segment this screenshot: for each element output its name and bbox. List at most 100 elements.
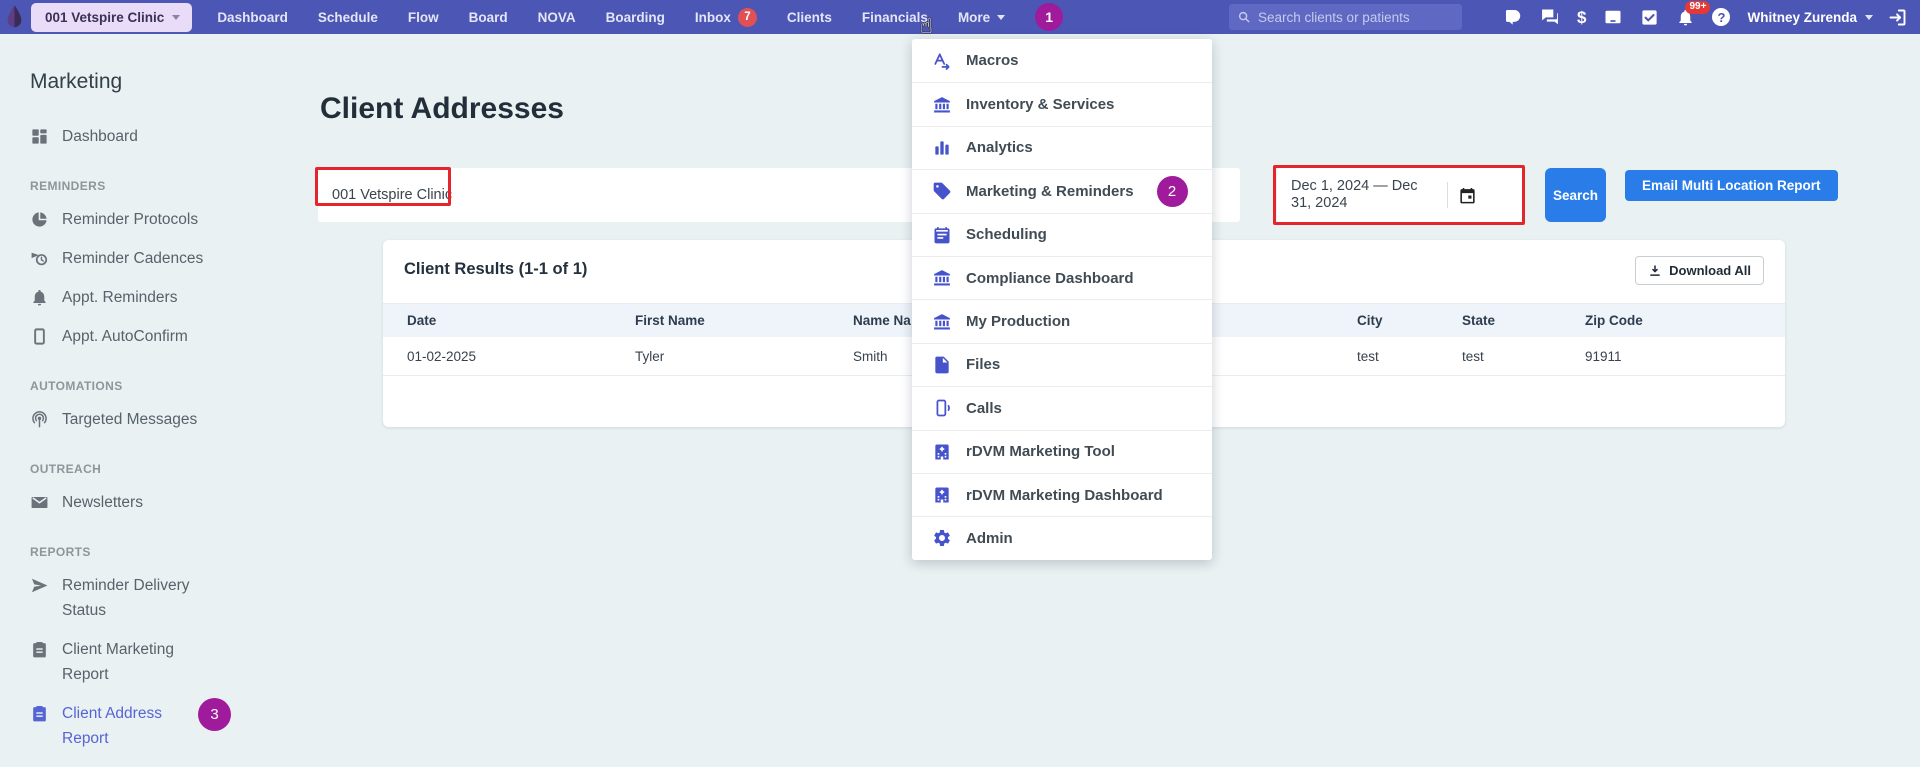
billing-dollar-icon[interactable]: $: [1577, 9, 1586, 26]
more-dropdown-menu: Macros Inventory & Services Analytics Ma…: [912, 39, 1212, 560]
nav-flow[interactable]: Flow: [408, 10, 439, 25]
annotation-step-badge-3: 3: [198, 698, 231, 731]
sidebar-item-label: Reminder Cadences: [62, 246, 203, 271]
nav-more[interactable]: More: [958, 10, 1005, 25]
download-all-button[interactable]: Download All: [1635, 256, 1764, 285]
nav-nova[interactable]: NOVA: [538, 10, 576, 25]
marketing-sidebar: Marketing Dashboard REMINDERS Reminder P…: [0, 34, 300, 767]
notifications-bell-icon[interactable]: 99+: [1676, 8, 1695, 27]
sidebar-section-reports: REPORTS: [30, 545, 300, 559]
bell-icon: [30, 288, 49, 307]
sidebar-item-newsletters[interactable]: Newsletters: [30, 490, 230, 515]
sidebar-item-reminder-cadences[interactable]: Reminder Cadences: [30, 246, 230, 271]
phone-calls-icon: [932, 398, 952, 418]
nav-clients[interactable]: Clients: [787, 10, 832, 25]
messages-icon[interactable]: [1540, 7, 1560, 27]
nav-financials[interactable]: Financials: [862, 10, 928, 25]
menu-item-inventory-services[interactable]: Inventory & Services: [912, 82, 1212, 125]
download-icon: [1648, 264, 1662, 278]
inbox-unread-badge: 7: [738, 8, 757, 27]
chevron-down-icon: [1865, 15, 1873, 20]
menu-item-macros[interactable]: Macros: [912, 39, 1212, 82]
menu-item-calls[interactable]: Calls: [912, 386, 1212, 429]
nav-inbox-label: Inbox: [695, 10, 731, 25]
gear-icon: [932, 528, 952, 548]
calendar-icon[interactable]: [1458, 186, 1477, 205]
sidebar-item-client-marketing-report[interactable]: Client Marketing Report: [30, 637, 230, 687]
download-all-label: Download All: [1669, 263, 1751, 278]
dashboard-grid-icon: [30, 127, 49, 146]
menu-item-marketing-reminders[interactable]: Marketing & Reminders 2: [912, 169, 1212, 212]
search-input[interactable]: [1258, 10, 1454, 25]
topbar-icon-group: $ 99+ ?: [1504, 7, 1730, 27]
chat-bubble-icon[interactable]: [1504, 8, 1523, 27]
chevron-down-icon: [997, 15, 1005, 20]
menu-item-label: Admin: [966, 530, 1013, 547]
paper-plane-icon: [30, 576, 49, 595]
bar-chart-icon: [932, 138, 952, 158]
mobile-phone-icon: [30, 327, 49, 346]
menu-item-label: Calls: [966, 400, 1002, 417]
sidebar-item-label: Dashboard: [62, 124, 138, 149]
bank-icon: [932, 268, 952, 288]
menu-item-files[interactable]: Files: [912, 343, 1212, 386]
cell-zip-code: 91911: [1561, 349, 1785, 364]
nav-boarding[interactable]: Boarding: [606, 10, 665, 25]
sidebar-item-label: Appt. Reminders: [62, 285, 177, 310]
menu-item-label: Files: [966, 356, 1000, 373]
search-button[interactable]: Search: [1545, 168, 1606, 222]
nav-dashboard[interactable]: Dashboard: [217, 10, 288, 25]
cell-city: test: [1333, 349, 1438, 364]
logout-icon[interactable]: [1887, 7, 1908, 28]
clipboard-icon: [30, 640, 49, 659]
menu-item-label: rDVM Marketing Tool: [966, 443, 1115, 460]
sidebar-item-reminder-delivery-status[interactable]: Reminder Delivery Status: [30, 573, 230, 623]
tag-icon: [932, 181, 952, 201]
chevron-down-icon: [172, 15, 180, 20]
sidebar-item-client-address-report[interactable]: Client Address Report 3: [30, 701, 230, 751]
cell-state: test: [1438, 349, 1561, 364]
clinic-selector-label: 001 Vetspire Clinic: [45, 10, 164, 25]
menu-item-admin[interactable]: Admin: [912, 516, 1212, 559]
bank-icon: [932, 95, 952, 115]
clipboard-icon: [30, 704, 49, 723]
sidebar-item-dashboard[interactable]: Dashboard: [30, 124, 230, 149]
sidebar-item-reminder-protocols[interactable]: Reminder Protocols: [30, 207, 230, 232]
document-icon: [932, 355, 952, 375]
kiosk-tablet-icon[interactable]: [1603, 7, 1623, 27]
clinic-selector[interactable]: 001 Vetspire Clinic: [31, 3, 192, 32]
input-divider: [1447, 182, 1448, 208]
menu-item-label: Compliance Dashboard: [966, 270, 1134, 287]
sidebar-item-label: Targeted Messages: [62, 407, 197, 432]
column-header-zip-code: Zip Code: [1561, 313, 1785, 328]
nav-board[interactable]: Board: [469, 10, 508, 25]
column-header-date: Date: [383, 313, 611, 328]
help-icon[interactable]: ?: [1712, 8, 1730, 26]
search-icon: [1237, 10, 1251, 24]
global-search[interactable]: [1229, 4, 1462, 30]
date-range-input[interactable]: Dec 1, 2024 — Dec 31, 2024: [1277, 168, 1523, 222]
nav-more-label: More: [958, 10, 990, 25]
sidebar-item-appt-reminders[interactable]: Appt. Reminders: [30, 285, 230, 310]
sidebar-item-label: Client Marketing Report: [62, 637, 212, 687]
sidebar-item-targeted-messages[interactable]: Targeted Messages: [30, 407, 230, 432]
menu-item-my-production[interactable]: My Production: [912, 299, 1212, 342]
bank-icon: [932, 312, 952, 332]
menu-item-rdvm-marketing-dashboard[interactable]: rDVM Marketing Dashboard: [912, 473, 1212, 516]
sidebar-item-label: Newsletters: [62, 490, 143, 515]
email-multi-location-report-button[interactable]: Email Multi Location Report: [1625, 170, 1838, 201]
hospital-building-icon: [932, 485, 952, 505]
user-menu[interactable]: Whitney Zurenda: [1747, 10, 1873, 25]
menu-item-compliance-dashboard[interactable]: Compliance Dashboard: [912, 256, 1212, 299]
menu-item-analytics[interactable]: Analytics: [912, 126, 1212, 169]
nav-inbox[interactable]: Inbox 7: [695, 8, 757, 27]
menu-item-scheduling[interactable]: Scheduling: [912, 213, 1212, 256]
sidebar-item-appt-autoconfirm[interactable]: Appt. AutoConfirm: [30, 324, 230, 349]
menu-item-rdvm-marketing-tool[interactable]: rDVM Marketing Tool: [912, 430, 1212, 473]
nav-schedule[interactable]: Schedule: [318, 10, 378, 25]
tasks-check-icon[interactable]: [1640, 8, 1659, 27]
sidebar-item-label: Reminder Delivery Status: [62, 573, 212, 623]
page-title: Client Addresses: [320, 92, 564, 126]
cell-date: 01-02-2025: [383, 349, 611, 364]
menu-item-label: Marketing & Reminders: [966, 183, 1134, 200]
